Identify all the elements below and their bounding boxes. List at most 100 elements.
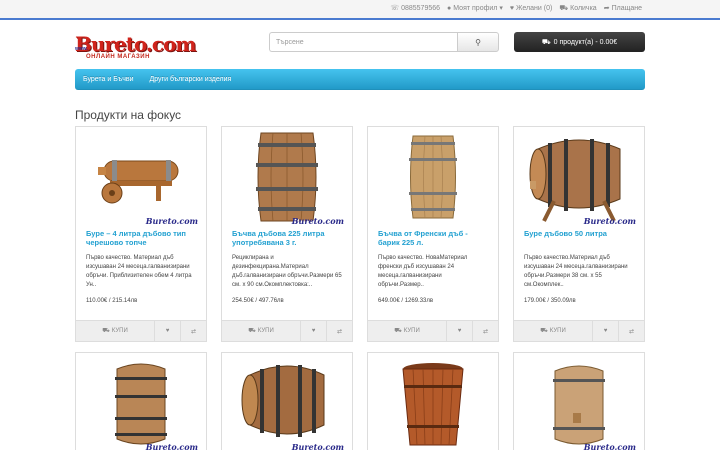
product-image[interactable] <box>368 353 498 450</box>
buy-button[interactable]: ⛟ КУПИ <box>76 321 154 341</box>
barrel-50-image <box>529 139 621 222</box>
product-image[interactable]: Bureto.com <box>76 127 206 227</box>
checkout-link[interactable]: ➦ Плащане <box>604 5 642 12</box>
product-actions: ⛟ КУПИ ♥ ⇄ <box>222 320 352 341</box>
product-price: 179.00€ / 350.09лв <box>524 298 576 304</box>
product-card <box>367 352 499 450</box>
buy-label: КУПИ <box>549 328 566 334</box>
product-card: Bureto.com Буре – 4 литра дъбово тип чер… <box>75 126 207 342</box>
heart-icon: ♥ <box>311 328 316 334</box>
product-card: Бъчва от Френски дъб - барик 225 л. Първ… <box>367 126 499 342</box>
buy-label: КУПИ <box>257 328 274 334</box>
account-label: Моят профил <box>453 5 498 12</box>
main-nav: Бурета и Бъчви Други български изделия <box>75 69 645 90</box>
compare-icon: ⇄ <box>336 328 343 335</box>
product-name[interactable]: Бъчва дъбова 225 литра употребявана 3 г. <box>232 229 342 251</box>
wishlist-button[interactable]: ♥ <box>300 321 326 341</box>
product-price: 649.00€ / 1269.33лв <box>378 298 434 304</box>
compare-button[interactable]: ⇄ <box>326 321 352 341</box>
product-card: Bureto.com <box>221 352 353 450</box>
compare-button[interactable]: ⇄ <box>180 321 206 341</box>
small-barrel-image <box>115 363 167 445</box>
product-image[interactable]: Bureto.com <box>514 353 644 450</box>
phone-number: 0885579566 <box>401 5 441 12</box>
cart-label: Количка <box>570 5 597 12</box>
cart-icon: ⛟ <box>248 328 256 334</box>
product-description: Рециклирана и дезинфекцирана.Материал дъ… <box>232 255 342 288</box>
wishlist-button[interactable]: ♥ <box>592 321 618 341</box>
search-icon: ⚲ <box>475 37 481 47</box>
top-bar: ☏ 0885579566 ● Моят профил ▾ ♥ Желани (0) ⛟ К… <box>0 0 720 20</box>
user-icon: ● <box>447 5 452 12</box>
heart-icon: ♥ <box>509 5 515 12</box>
checkout-label: Плащане <box>611 5 642 12</box>
compare-button[interactable]: ⇄ <box>618 321 644 341</box>
site-logo[interactable]: Bureto.com www. ОНЛАЙН МАГАЗИН <box>75 32 197 68</box>
barrel-cart-image <box>98 160 179 204</box>
image-watermark: Bureto.com <box>145 442 198 450</box>
product-image[interactable]: Bureto.com <box>222 127 352 227</box>
wishlist-button[interactable]: ♥ <box>446 321 472 341</box>
top-links: ☏ 0885579566 ● Моят профил ▾ ♥ Желани (0) ⛟ К… <box>390 5 642 12</box>
nav-item-other-products[interactable]: Други български изделия <box>149 76 231 83</box>
buy-button[interactable]: ⛟ КУПИ <box>368 321 446 341</box>
buy-button[interactable]: ⛟ КУПИ <box>222 321 300 341</box>
product-price: 110.00€ / 215.14лв <box>86 298 138 304</box>
wishlist-button[interactable]: ♥ <box>154 321 180 341</box>
image-watermark: Bureto.com <box>291 216 344 226</box>
product-actions: ⛟ КУПИ ♥ ⇄ <box>514 320 644 341</box>
product-card: Bureto.com <box>75 352 207 450</box>
logo-subtitle: ОНЛАЙН МАГАЗИН <box>86 54 150 60</box>
product-card: Bureto.com <box>513 352 645 450</box>
product-image[interactable] <box>368 127 498 227</box>
product-image[interactable]: Bureto.com <box>514 127 644 227</box>
product-card: Bureto.com Буре дъбово 50 литра Първо ка… <box>513 126 645 342</box>
product-description: Първо качество. Материал дъб изсушаван 2… <box>86 255 192 288</box>
product-name[interactable]: Буре дъбово 50 литра <box>524 229 634 251</box>
product-description: Първо качество.Материал дъб изсушаван 24… <box>524 255 628 288</box>
product-price: 254.50€ / 497.76лв <box>232 298 284 304</box>
cart-button-label: 0 продукт(а) - 0.00€ <box>553 38 618 46</box>
search-input[interactable] <box>269 32 457 52</box>
compare-icon: ⇄ <box>190 328 197 335</box>
barrel-225-image <box>256 132 318 222</box>
cart-link[interactable]: ⛟ Количка <box>559 5 596 12</box>
image-watermark: Bureto.com <box>291 442 344 450</box>
heart-icon: ♥ <box>457 328 462 334</box>
compare-icon: ⇄ <box>628 328 635 335</box>
phone-link[interactable]: ☏ 0885579566 <box>390 5 440 12</box>
section-title: Продукти на фокус <box>75 108 182 122</box>
product-description: Първо качество. НоваМатериал френски дъб… <box>378 255 468 288</box>
compare-button[interactable]: ⇄ <box>472 321 498 341</box>
barrel-on-stand-image <box>241 365 325 437</box>
barrel-with-tap-image <box>553 365 605 445</box>
share-icon: ➦ <box>603 5 610 12</box>
image-watermark: Bureto.com <box>583 442 636 450</box>
product-card: Bureto.com Бъчва дъбова 225 литра употре… <box>221 126 353 342</box>
product-name[interactable]: Буре – 4 литра дъбово тип черешово топче <box>86 229 196 251</box>
wishlist-link[interactable]: ♥ Желани (0) <box>510 5 552 12</box>
logo-text: Bureto.com <box>75 32 197 56</box>
search-button[interactable]: ⚲ <box>457 32 499 52</box>
image-watermark: Bureto.com <box>583 216 636 226</box>
cart-button[interactable]: ⛟ 0 продукт(а) - 0.00€ <box>514 32 645 52</box>
heart-icon: ♥ <box>603 328 608 334</box>
buy-label: КУПИ <box>111 328 128 334</box>
cart-icon: ⛟ <box>394 328 402 334</box>
nav-item-barrels[interactable]: Бурета и Бъчви <box>83 76 133 83</box>
wishlist-label: Желани (0) <box>516 5 553 12</box>
buy-button[interactable]: ⛟ КУПИ <box>514 321 592 341</box>
product-image[interactable]: Bureto.com <box>76 353 206 450</box>
compare-icon: ⇄ <box>482 328 489 335</box>
french-oak-barrel-image <box>409 135 457 219</box>
product-name[interactable]: Бъчва от Френски дъб - барик 225 л. <box>378 229 488 251</box>
cart-icon: ⛟ <box>541 38 551 46</box>
caret-down-icon: ▾ <box>499 5 503 12</box>
product-image[interactable]: Bureto.com <box>222 353 352 450</box>
account-dropdown[interactable]: ● Моят профил ▾ <box>447 5 503 12</box>
buy-label: КУПИ <box>403 328 420 334</box>
phone-icon: ☏ <box>390 5 400 12</box>
cart-icon: ⛟ <box>102 328 110 334</box>
search-box: ⚲ <box>269 32 499 52</box>
top-accent-line <box>0 18 720 20</box>
